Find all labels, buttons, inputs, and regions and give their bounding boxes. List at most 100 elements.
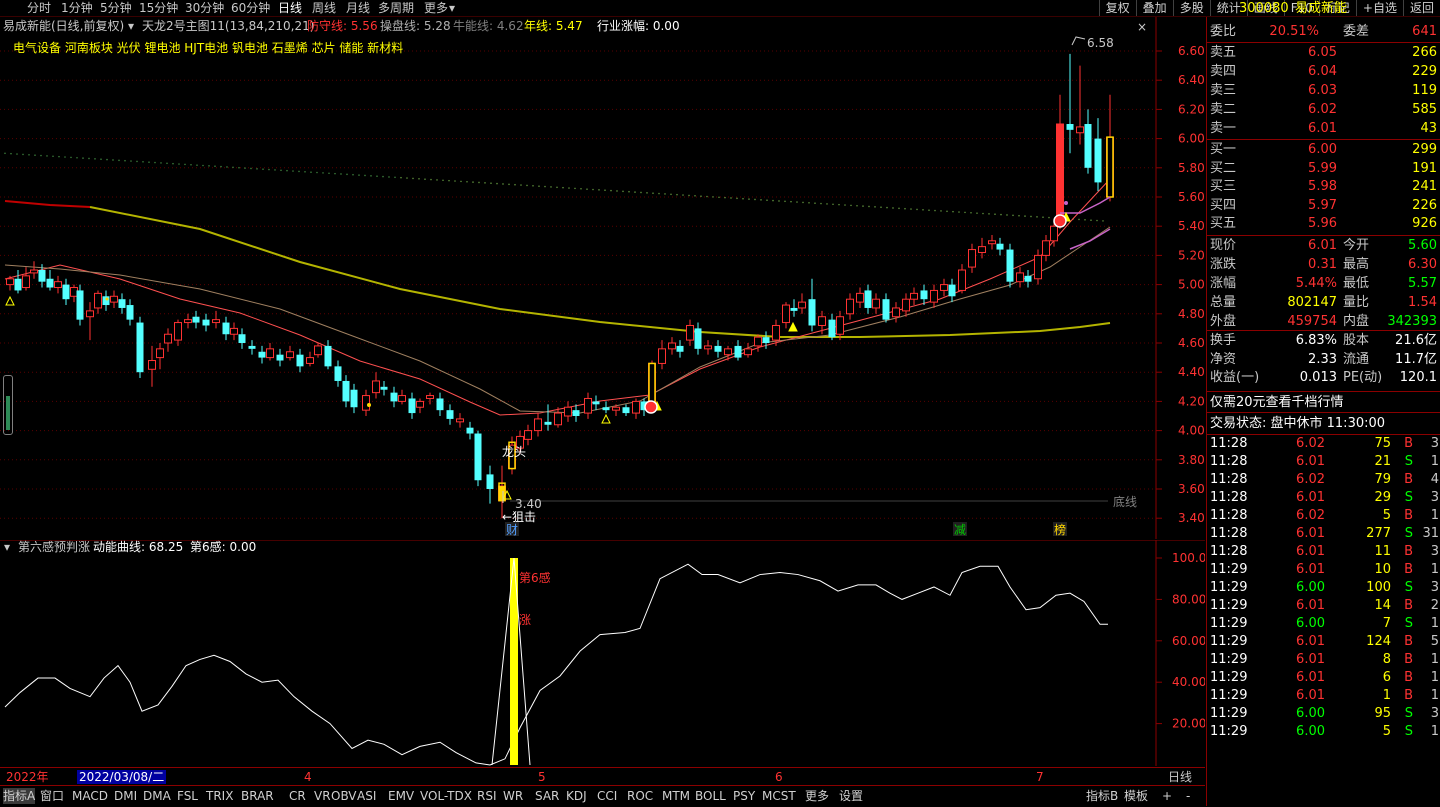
tick-count: 1 <box>1430 508 1439 523</box>
indicator-tab-dma[interactable]: DMA <box>143 788 171 804</box>
year-ma-dot <box>22 153 24 156</box>
buy-triangle-icon <box>788 321 798 332</box>
year-ma-dot <box>1102 220 1104 222</box>
candle-up <box>184 319 192 324</box>
indicator-tab-vr[interactable]: VR <box>314 788 331 804</box>
year-ma-dot <box>40 154 42 157</box>
stat-label: PE(动) <box>1343 370 1383 385</box>
indicator-tab-obv[interactable]: OBV <box>331 788 357 804</box>
period-tab-8[interactable]: 月线 <box>346 0 370 16</box>
period-tab-3[interactable]: 15分钟 <box>139 0 178 16</box>
year-ma-dot <box>172 162 174 165</box>
period-tab-10[interactable]: 更多 <box>424 0 448 16</box>
sell-volume: 266 <box>1412 45 1437 60</box>
indicator-tab-brar[interactable]: BRAR <box>241 788 274 804</box>
sell-label: 卖二 <box>1210 102 1237 117</box>
chart-close-icon[interactable]: × <box>1137 20 1147 34</box>
indicator-tab-macd[interactable]: MACD <box>72 788 108 804</box>
main-indicator-name[interactable]: 天龙2号主图11(13,84,210,21) <box>142 19 314 33</box>
period-tab-2[interactable]: 5分钟 <box>100 0 132 16</box>
bottom-right-button-0[interactable]: 指标B <box>1086 788 1118 804</box>
indicator-tab-trix[interactable]: TRIX <box>206 788 233 804</box>
indicator-tab-dmi[interactable]: DMI <box>114 788 137 804</box>
event-badge[interactable]: 榜 <box>1054 522 1066 537</box>
indicator-tab-kdj[interactable]: KDJ <box>566 788 587 804</box>
tick-row: 11:29 6.01 124 B 5 <box>1207 633 1440 651</box>
buy-label: 买三 <box>1210 179 1237 194</box>
price-tick-label: 5.20 <box>1178 248 1205 262</box>
bottom-right-button-3[interactable]: - <box>1186 788 1190 804</box>
year-ma-dot <box>1078 218 1080 221</box>
period-tab-5[interactable]: 60分钟 <box>231 0 270 16</box>
main-kline-chart[interactable]: 6.60 6.40 6.20 6.00 5.80 5.60 5.40 5.20 5.00 4.80… <box>0 17 1205 539</box>
trade-status-row: 交易状态: 盘中休市 11:30:00 <box>1207 415 1440 433</box>
ind-collapse-icon[interactable]: ▾ <box>4 540 10 554</box>
indicator-tab-asi[interactable]: ASI <box>357 788 376 804</box>
indicator-tab-cci[interactable]: CCI <box>597 788 617 804</box>
bottom-right-button-1[interactable]: 模板 <box>1124 788 1148 804</box>
year-ma-dot <box>340 173 342 175</box>
year-ma-dot <box>82 157 84 159</box>
year-ma-dot <box>334 172 336 175</box>
event-badge[interactable]: 财 <box>506 523 518 537</box>
promo-row[interactable]: 仅需20元查看千档行情 <box>1207 394 1440 412</box>
stat-label: 股本 <box>1343 333 1370 348</box>
indicator-tab-设置[interactable]: 设置 <box>839 788 863 804</box>
period-tab-0[interactable]: 分时 <box>27 0 51 16</box>
year-ma-dot <box>178 163 180 165</box>
indicator-tab-sar[interactable]: SAR <box>535 788 559 804</box>
toolbar-button-0[interactable]: 复权 <box>1098 0 1136 16</box>
year-ma-dot <box>616 190 618 192</box>
bottom-right-button-2[interactable]: + <box>1162 788 1172 804</box>
year-ma-dot <box>958 211 960 213</box>
period-tab-7[interactable]: 周线 <box>312 0 336 16</box>
indicator-tab-cr[interactable]: CR <box>289 788 306 804</box>
event-badge[interactable]: 减 <box>954 523 966 537</box>
year-ma-dot <box>538 185 540 187</box>
indicator-tab-psy[interactable]: PSY <box>733 788 755 804</box>
tick-time: 11:28 <box>1210 526 1248 541</box>
sell-label: 卖五 <box>1210 45 1237 60</box>
candle-down <box>238 334 246 343</box>
indicator-tab-fsl[interactable]: FSL <box>177 788 198 804</box>
indicator-tab-窗口[interactable]: 窗口 <box>40 788 64 804</box>
indicator-tab-rsi[interactable]: RSI <box>477 788 497 804</box>
zoom-thumb[interactable] <box>6 396 10 430</box>
stat-label: 收益(一) <box>1210 370 1260 385</box>
candle-up <box>372 380 380 394</box>
candle-up <box>426 395 434 399</box>
year-ma-dot <box>640 191 642 194</box>
indicator-tab-boll[interactable]: BOLL <box>695 788 726 804</box>
zoom-scrollbar[interactable] <box>3 375 13 435</box>
tick-time: 11:29 <box>1210 706 1248 721</box>
year-ma-dot <box>838 203 840 206</box>
indicator-tab-roc[interactable]: ROC <box>627 788 653 804</box>
toolbar-button-1[interactable]: 叠加 <box>1135 0 1173 16</box>
ind-title[interactable]: 第六感预判涨 <box>18 540 90 554</box>
ma-short-red <box>4 178 1111 416</box>
indicator-tab-wr[interactable]: WR <box>503 788 523 804</box>
more-arrow-icon[interactable]: ▾ <box>449 0 455 16</box>
indicator-tab-mtm[interactable]: MTM <box>662 788 690 804</box>
sixth-sense-indicator-chart[interactable]: 100.0 80.00 60.00 40.00 20.00 ▾ 第六感预判涨 动能曲线:… <box>0 539 1206 766</box>
toolbar-button-2[interactable]: 多股 <box>1172 0 1210 16</box>
indicator-tab-emv[interactable]: EMV <box>388 788 414 804</box>
collapse-icon[interactable]: ▾ <box>128 19 134 33</box>
tick-row: 11:28 6.02 5 B 1 <box>1207 507 1440 525</box>
indicator-tab-vol-tdx[interactable]: VOL-TDX <box>420 788 472 804</box>
year-ma-dot <box>754 198 756 201</box>
year-ma-dot <box>166 162 168 165</box>
candle-up <box>1056 123 1064 227</box>
year-ma-dot <box>694 194 696 197</box>
indicator-tab-更多[interactable]: 更多 <box>805 788 829 804</box>
period-tab-6[interactable]: 日线 <box>278 0 302 16</box>
period-tab-4[interactable]: 30分钟 <box>185 0 224 16</box>
period-tab-9[interactable]: 多周期 <box>378 0 414 16</box>
tick-volume: 5 <box>1382 724 1391 739</box>
indicator-tab-指标a[interactable]: 指标A <box>3 788 36 804</box>
year-ma-dot <box>4 152 6 155</box>
tick-row: 11:29 6.00 95 S 3 <box>1207 705 1440 723</box>
period-tab-1[interactable]: 1分钟 <box>61 0 93 16</box>
tick-price: 6.01 <box>1296 562 1325 577</box>
indicator-tab-mcst[interactable]: MCST <box>762 788 796 804</box>
